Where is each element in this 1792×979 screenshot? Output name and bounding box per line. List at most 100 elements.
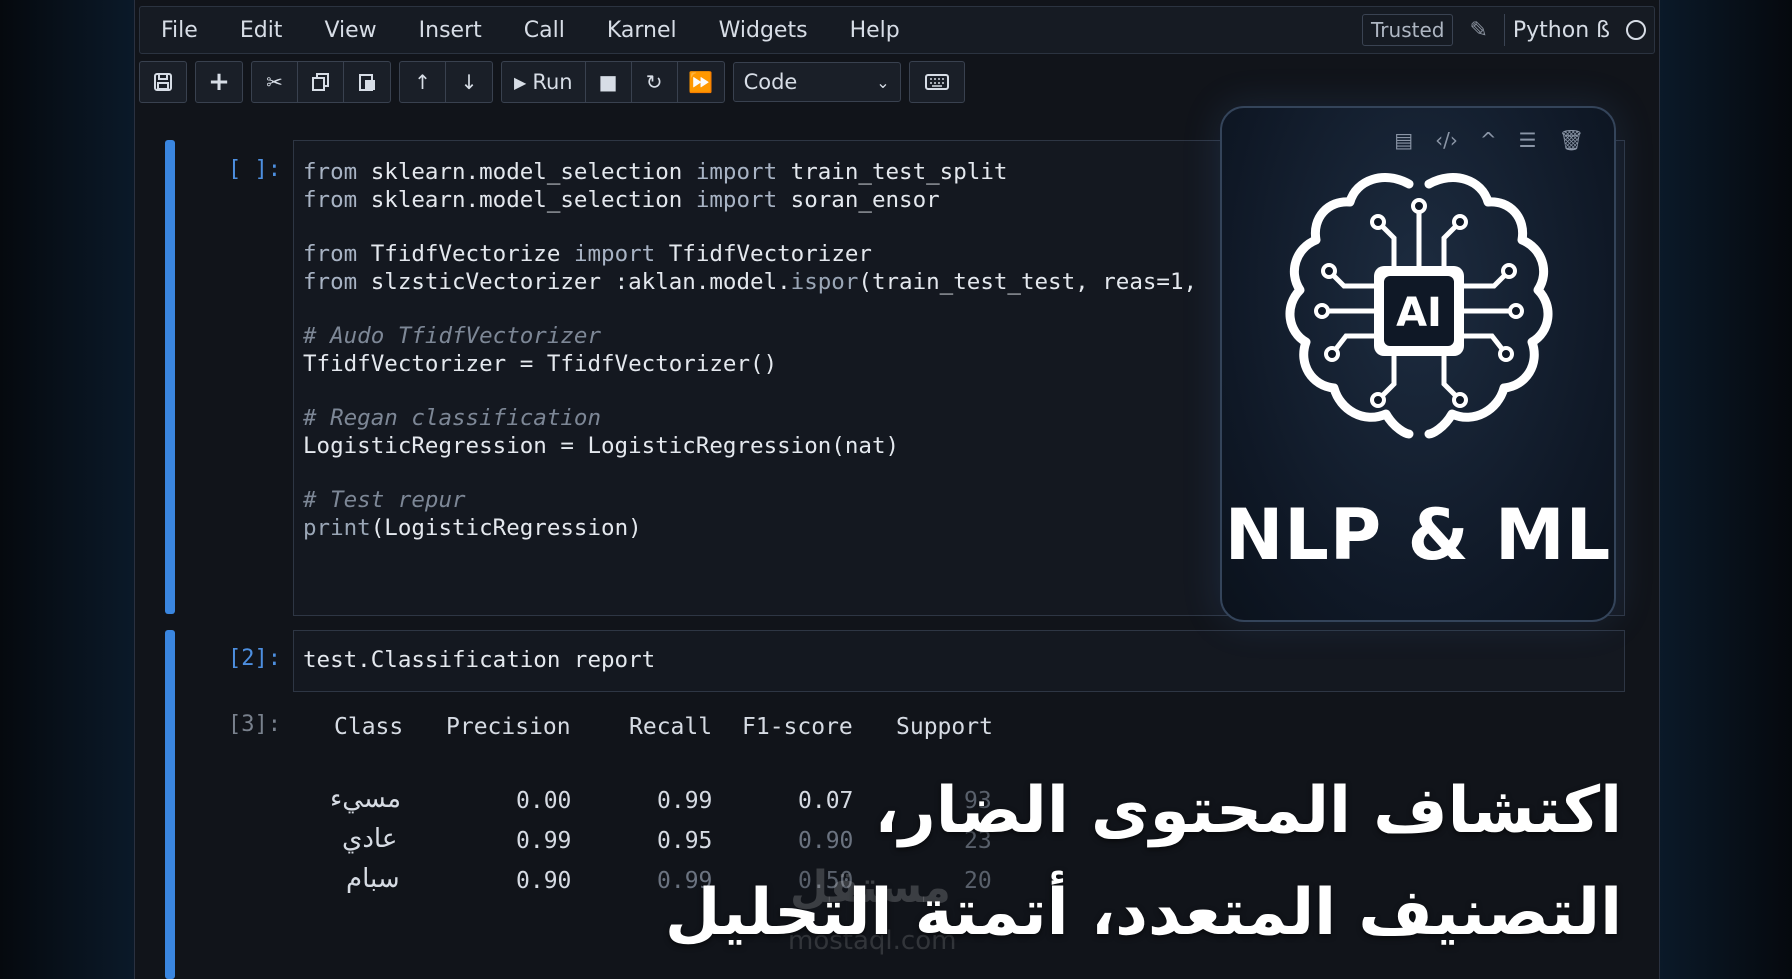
- save-icon: [154, 73, 172, 91]
- chevron-down-icon: ⌄: [876, 72, 890, 92]
- code-line: from sklearn.model_selection import trai…: [303, 158, 1197, 186]
- row-class: عادي: [342, 824, 398, 854]
- row-precision: 0.99: [516, 828, 572, 854]
- paste-button[interactable]: [344, 62, 390, 102]
- row-recall: 0.99: [657, 788, 713, 814]
- code-line: from sklearn.model_selection import sora…: [303, 186, 1197, 214]
- interrupt-button[interactable]: ■: [586, 62, 632, 102]
- left-background: [0, 0, 140, 979]
- scissors-icon: ✂: [266, 70, 283, 94]
- menu-view[interactable]: View: [303, 18, 397, 43]
- pencil-icon[interactable]: ✎: [1469, 18, 1487, 43]
- code-text: print: [303, 515, 371, 541]
- restart-icon: ↻: [645, 70, 663, 94]
- code-text: train_test_split: [777, 159, 1008, 185]
- move-up-button[interactable]: ↑: [400, 62, 446, 102]
- keyboard-icon: [924, 74, 949, 90]
- plus-icon: +: [208, 67, 230, 97]
- code-keyword: import: [695, 159, 778, 185]
- code-text: ispor: [790, 269, 859, 295]
- add-cell-button[interactable]: +: [196, 62, 242, 102]
- run-button[interactable]: ▶ Run: [502, 62, 586, 102]
- cell-selection-bar: [165, 630, 175, 979]
- row-class: سبام: [346, 864, 400, 894]
- trash-icon[interactable]: 🗑: [1559, 128, 1584, 152]
- cut-button[interactable]: ✂: [252, 62, 298, 102]
- menu-insert[interactable]: Insert: [398, 18, 503, 43]
- header-support: Support: [896, 714, 993, 740]
- menu-widgets[interactable]: Widgets: [698, 18, 829, 43]
- menu-call[interactable]: Call: [503, 18, 586, 43]
- copy-button[interactable]: [298, 62, 344, 102]
- row-f1: 0.07: [798, 788, 854, 814]
- header-precision: Precision: [446, 714, 571, 740]
- row-precision: 0.90: [516, 868, 572, 894]
- row-recall: 0.95: [657, 828, 713, 854]
- code-line: TfidfVectorizer = TfidfVectorizer(): [303, 350, 1197, 378]
- code-text: TfidfVectorize: [357, 241, 574, 267]
- code-text: TfidfVectorizer: [655, 241, 872, 267]
- terminal-icon[interactable]: ▤: [1394, 128, 1413, 152]
- caption-line-1: اكتشاف المحتوى الضار،: [874, 774, 1622, 848]
- header-recall: Recall: [629, 714, 713, 740]
- code-text: soran_ensor: [777, 187, 940, 213]
- code-text: (train_test_test, reas=1,: [858, 269, 1198, 295]
- code-line: from TfidfVectorize import TfidfVectoriz…: [303, 240, 1197, 268]
- menu-karnel[interactable]: Karnel: [586, 18, 698, 43]
- kernel-name[interactable]: Python ß: [1513, 18, 1610, 43]
- trusted-badge[interactable]: Trusted: [1362, 14, 1454, 46]
- cell-prompt: [2]:: [228, 646, 281, 671]
- cell-selection-bar: [165, 140, 175, 614]
- row-precision: 0.00: [516, 788, 572, 814]
- cell-type-value: Code: [743, 70, 798, 94]
- code-keyword: import: [573, 241, 656, 267]
- code-cell-source: test.Classification report: [303, 647, 656, 673]
- stop-icon: ■: [598, 70, 618, 94]
- code-line: LogisticRegression = LogisticRegression(…: [303, 432, 1197, 460]
- code-comment: # Test repur: [303, 487, 466, 513]
- run-label: Run: [532, 70, 573, 94]
- list-icon[interactable]: ☰: [1519, 128, 1537, 152]
- code-cell-source: from sklearn.model_selection import trai…: [303, 158, 1197, 542]
- code-keyword: from: [303, 241, 358, 267]
- code-text: sklearn.model_selection: [357, 159, 696, 185]
- cell-toolbar: ▤ ‹/› ^ ☰ 🗑: [1394, 128, 1584, 152]
- ai-chip-label: AI: [1396, 290, 1442, 336]
- save-button[interactable]: [140, 62, 186, 102]
- cell-type-select[interactable]: Code ⌄: [732, 62, 901, 102]
- code-icon[interactable]: ‹/›: [1435, 128, 1458, 152]
- menubar: File Edit View Insert Call Karnel Widget…: [139, 6, 1655, 54]
- card-title: NLP & ML: [1224, 494, 1612, 576]
- code-text: (LogisticRegression): [370, 515, 642, 541]
- code-text: LogisticRegression = LogisticRegression(…: [303, 433, 900, 459]
- output-prompt: [3]:: [228, 712, 281, 737]
- code-line: # Test repur: [303, 486, 1197, 514]
- code-line: from slzsticVectorizer :aklan.model.ispo…: [303, 268, 1197, 296]
- caption-line-2: التصنيف المتعدد، أتمتة التحليل: [664, 876, 1622, 950]
- code-text: TfidfVectorizer = TfidfVectorizer(): [303, 351, 778, 377]
- menu-edit[interactable]: Edit: [219, 18, 304, 43]
- move-down-button[interactable]: ↓: [446, 62, 492, 102]
- run-all-button[interactable]: ⏩: [678, 62, 724, 102]
- code-line: print(LogisticRegression): [303, 514, 1197, 542]
- header-class: Class: [334, 714, 404, 740]
- kernel-status-icon: [1626, 20, 1646, 40]
- play-step-icon: ▶: [514, 72, 527, 92]
- keyboard-shortcuts-button[interactable]: [910, 62, 964, 102]
- chevron-up-icon[interactable]: ^: [1480, 128, 1497, 152]
- code-text: sklearn.model_selection: [357, 187, 696, 213]
- code-comment: # Regan classification: [303, 405, 602, 431]
- code-keyword: from: [303, 159, 358, 185]
- code-keyword: import: [695, 187, 778, 213]
- menu-help[interactable]: Help: [829, 18, 921, 43]
- code-keyword: from: [303, 187, 358, 213]
- restart-button[interactable]: ↻: [632, 62, 678, 102]
- code-text: slzsticVectorizer :aklan.model.: [357, 269, 791, 295]
- cell-prompt: [ ]:: [228, 157, 281, 182]
- ai-brain-icon: AI: [1285, 173, 1553, 439]
- menu-file[interactable]: File: [140, 18, 219, 43]
